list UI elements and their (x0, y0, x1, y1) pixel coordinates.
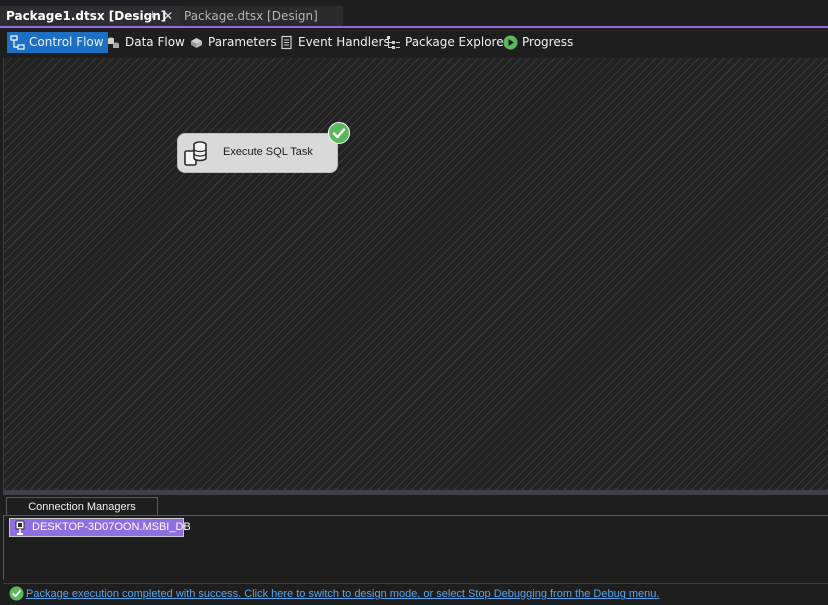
execute-sql-task-icon (184, 141, 207, 166)
document-tab-package[interactable]: Package.dtsx [Design] (180, 6, 343, 26)
tab-label: Data Flow (125, 35, 185, 49)
connection-manager-item[interactable]: DESKTOP-3D07OON.MSBI_DB (8, 517, 191, 538)
tab-label: Parameters (208, 35, 277, 49)
control-flow-icon (10, 35, 25, 50)
document-tab-strip: Package1.dtsx [Design] ⊣ ✕ Package.dtsx … (0, 0, 828, 28)
document-tab-label: Package1.dtsx [Design] (6, 9, 167, 23)
execution-status-link[interactable]: Package execution completed with success… (26, 588, 659, 600)
task-label: Execute SQL Task (223, 146, 313, 158)
data-flow-icon (108, 37, 119, 48)
document-tab-label: Package.dtsx [Design] (184, 9, 318, 23)
success-check-icon (328, 122, 350, 144)
tab-control-flow[interactable]: Control Flow (7, 32, 108, 53)
connection-managers-list[interactable]: DESKTOP-3D07OON.MSBI_DB (3, 516, 828, 580)
event-handlers-icon (281, 35, 292, 50)
tab-event-handlers[interactable]: Event Handlers (276, 32, 394, 53)
tab-package-explorer[interactable]: Package Explorer (383, 32, 513, 53)
tab-label: Control Flow (29, 35, 104, 49)
tab-connection-managers[interactable]: Connection Managers (6, 497, 158, 515)
connection-managers-panel: Connection Managers DESKTOP-3D07OON.MSBI… (3, 495, 828, 581)
control-flow-design-surface[interactable] (3, 58, 828, 490)
close-icon[interactable]: ✕ (163, 6, 173, 26)
designer-tab-bar: Control Flow Data Flow Parameters Event … (0, 28, 828, 56)
package-explorer-icon (387, 36, 400, 49)
tab-label: Event Handlers (298, 35, 390, 49)
tab-label: Connection Managers (28, 501, 136, 513)
tab-label: Package Explorer (405, 35, 509, 49)
pin-icon[interactable]: ⊣ (145, 6, 154, 26)
parameters-icon (191, 38, 202, 48)
tab-parameters[interactable]: Parameters (186, 32, 281, 53)
connection-manager-label: DESKTOP-3D07OON.MSBI_DB (32, 521, 191, 533)
execute-sql-task[interactable]: Execute SQL Task (177, 133, 338, 173)
success-check-icon (9, 586, 24, 601)
progress-play-icon (503, 35, 518, 50)
tab-progress[interactable]: Progress (500, 32, 577, 53)
tab-label: Progress (522, 35, 574, 49)
document-tab-package1[interactable]: Package1.dtsx [Design] ⊣ ✕ (0, 6, 180, 26)
connection-icon (15, 520, 25, 535)
status-bar: Package execution completed with success… (3, 583, 828, 605)
tab-data-flow[interactable]: Data Flow (103, 32, 189, 53)
